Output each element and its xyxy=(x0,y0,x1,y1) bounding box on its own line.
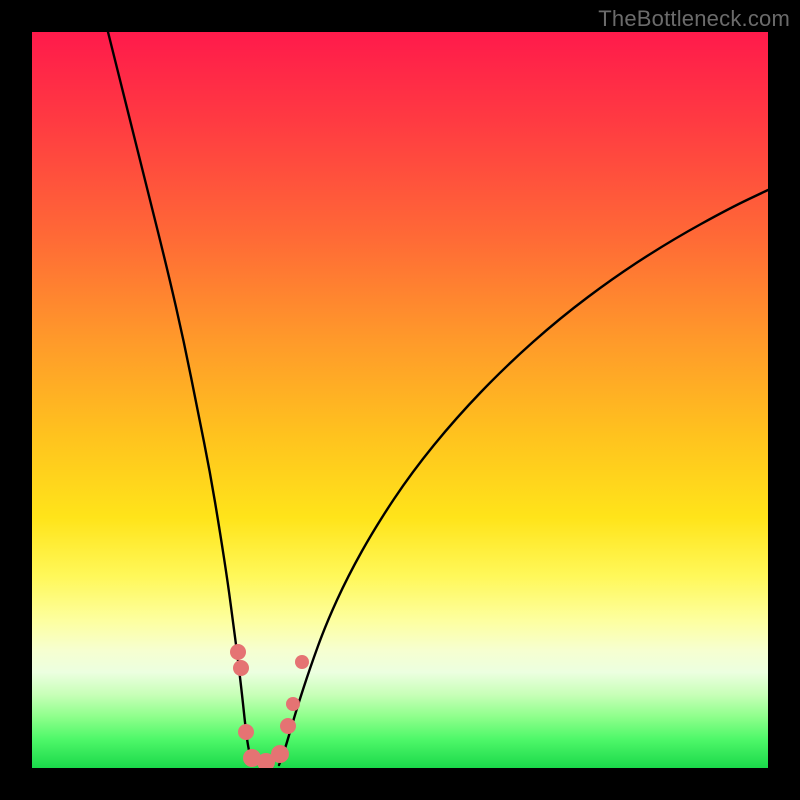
curves-svg xyxy=(32,32,768,768)
data-point-marker xyxy=(238,724,254,740)
data-point-marker xyxy=(233,660,249,676)
plot-area xyxy=(32,32,768,768)
watermark-text: TheBottleneck.com xyxy=(598,6,790,32)
data-point-marker xyxy=(230,644,246,660)
data-point-marker xyxy=(280,718,296,734)
curve-right xyxy=(279,190,768,765)
chart-stage: TheBottleneck.com xyxy=(0,0,800,800)
data-point-marker xyxy=(286,697,300,711)
data-point-marker xyxy=(271,745,289,763)
data-point-marker xyxy=(295,655,309,669)
